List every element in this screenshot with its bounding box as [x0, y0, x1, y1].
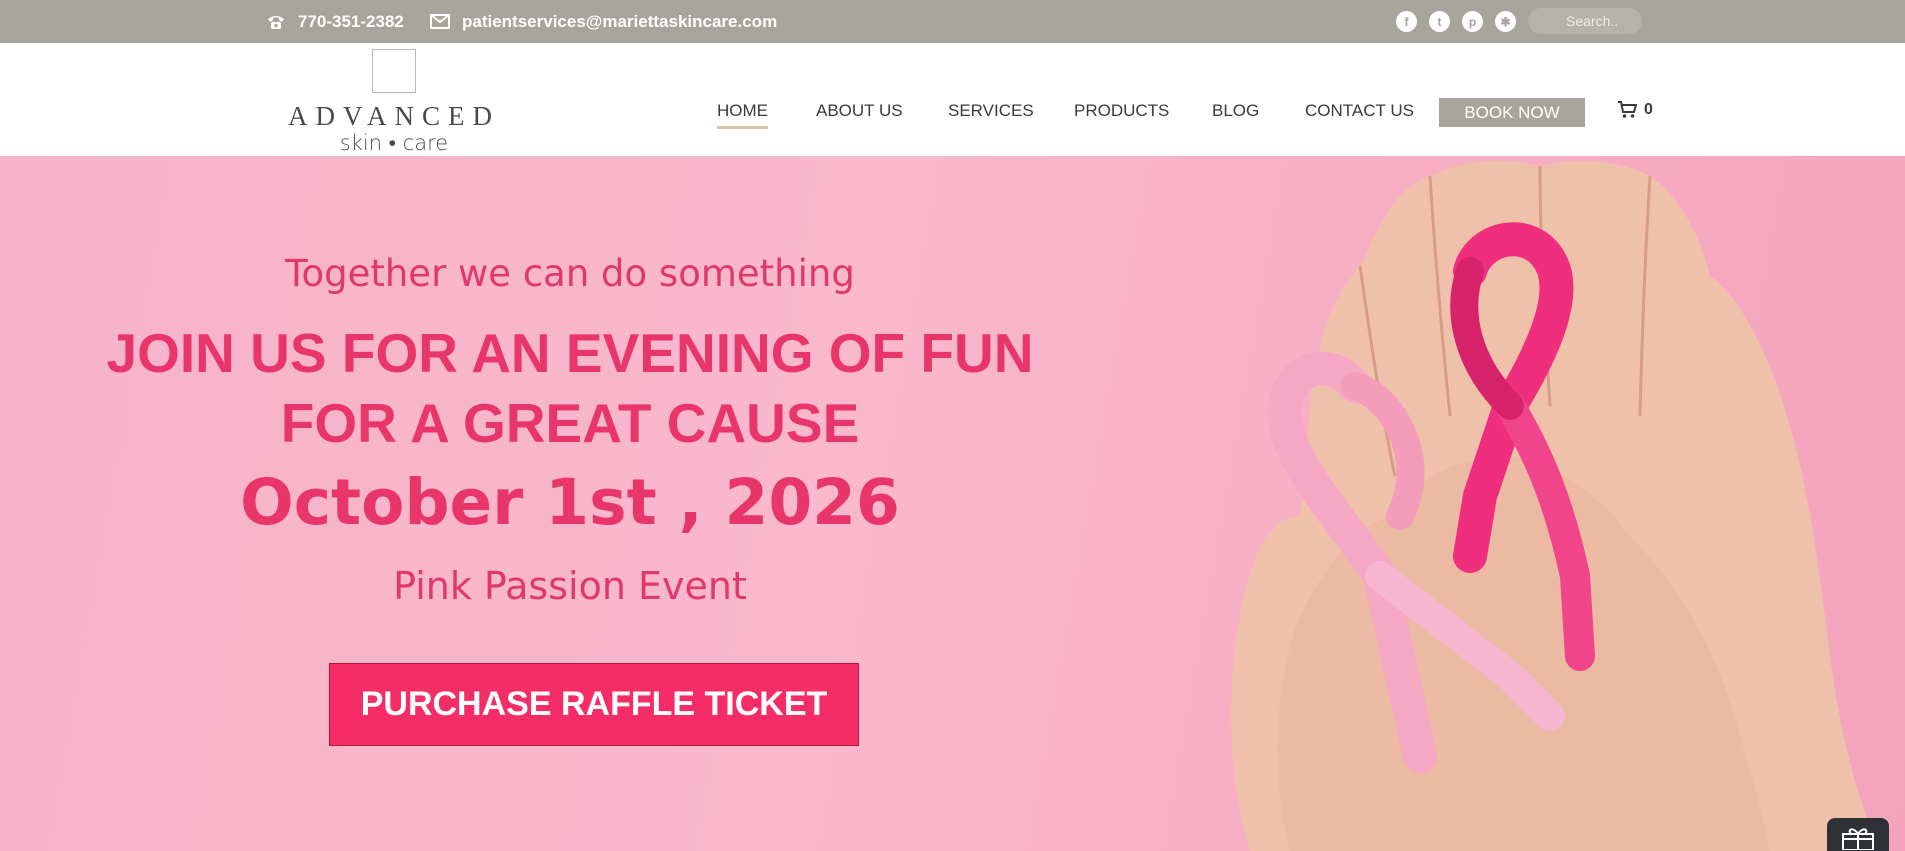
nav-item-services[interactable]: SERVICES — [948, 101, 1034, 121]
twitter-icon[interactable]: t — [1429, 11, 1450, 32]
hands-holding-ribbons-image — [1231, 160, 1880, 851]
event-name: Pink Passion Event — [393, 564, 747, 608]
hero-banner: Together we can do something JOIN US FOR… — [0, 156, 1905, 851]
nav-item-contact-us[interactable]: CONTACT US — [1305, 101, 1414, 121]
facebook-icon[interactable]: f — [1396, 11, 1417, 32]
hero-headline-line-2: FOR A GREAT CAUSE — [280, 392, 860, 454]
chat-widget-button[interactable] — [1827, 818, 1889, 851]
purchase-raffle-ticket-button[interactable]: PURCHASE RAFFLE TICKET — [329, 663, 859, 746]
nav-item-home[interactable]: HOME — [717, 101, 768, 129]
book-now-button[interactable]: BOOK NOW — [1439, 98, 1585, 127]
search-input[interactable] — [1528, 8, 1642, 34]
cart-count: 0 — [1644, 100, 1653, 118]
phone-icon — [268, 15, 284, 29]
event-date: October 1st , 2026 — [240, 466, 900, 539]
social-links: f t p ✱ — [1396, 11, 1516, 32]
site-header: ADVANCED skin • care HOME ABOUT US SERVI… — [0, 43, 1905, 156]
hero-headline: JOIN US FOR AN EVENING OF FUN FOR A GREA… — [0, 318, 1140, 458]
pinterest-icon[interactable]: p — [1462, 11, 1483, 32]
email-contact[interactable]: patientservices@mariettaskincare.com — [430, 0, 777, 43]
gift-icon — [1842, 828, 1874, 850]
mail-icon — [430, 14, 450, 29]
top-bar: 770-351-2382 patientservices@mariettaski… — [0, 0, 1905, 43]
nav-item-blog[interactable]: BLOG — [1212, 101, 1259, 121]
nav-item-about-us[interactable]: ABOUT US — [816, 101, 903, 121]
cart-link[interactable]: 0 — [1617, 100, 1653, 119]
cart-icon — [1618, 101, 1637, 118]
phone-number[interactable]: 770-351-2382 — [298, 12, 404, 32]
email-address[interactable]: patientservices@mariettaskincare.com — [462, 12, 777, 32]
hero-headline-line-1: JOIN US FOR AN EVENING OF FUN — [106, 322, 1034, 384]
hero-tagline: Together we can do something — [285, 252, 855, 295]
nav-item-products[interactable]: PRODUCTS — [1074, 101, 1169, 121]
phone-contact[interactable]: 770-351-2382 — [266, 0, 404, 43]
yelp-icon[interactable]: ✱ — [1495, 11, 1516, 32]
